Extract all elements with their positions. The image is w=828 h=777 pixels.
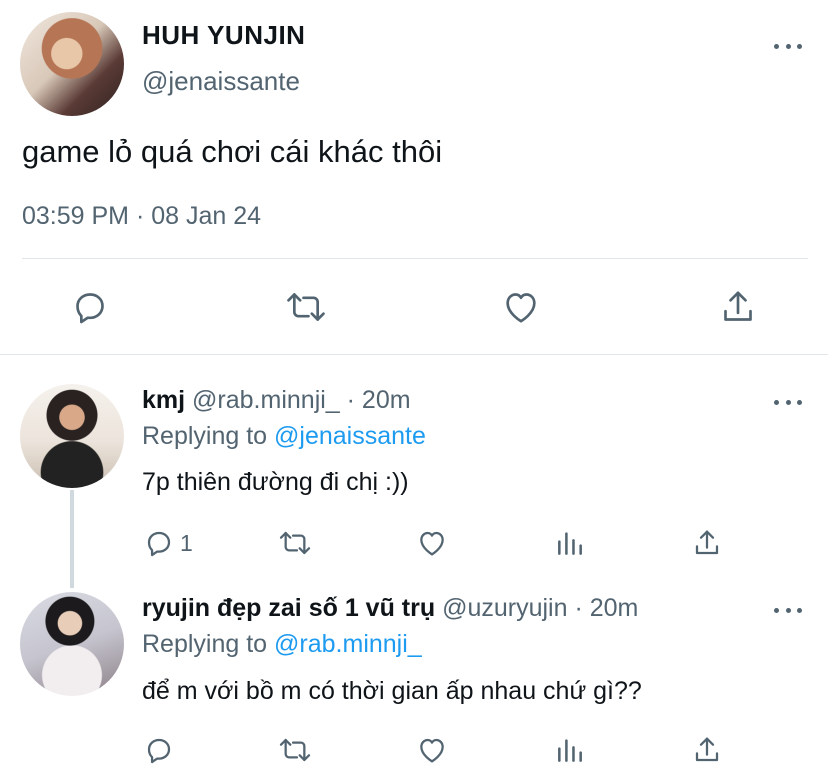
more-options-icon[interactable] (774, 605, 802, 615)
divider (0, 354, 828, 355)
author-display-name[interactable]: HUH YUNJIN (142, 20, 305, 51)
replying-to-mention[interactable]: @jenaissante (274, 422, 426, 450)
replying-prefix: Replying to (142, 630, 275, 658)
reply-handle[interactable]: @uzuryujin (442, 594, 567, 622)
replying-to-mention[interactable]: @rab.minnji_ (274, 630, 422, 658)
more-options-icon[interactable] (774, 41, 802, 51)
reply-header: ryujin đẹp zai số 1 vũ trụ @uzuryujin · … (142, 594, 638, 623)
reply-display-name[interactable]: ryujin đẹp zai số 1 vũ trụ (142, 594, 435, 622)
like-icon[interactable] (415, 527, 449, 559)
reply-header: kmj @rab.minnji_ · 20m (142, 386, 411, 415)
share-icon[interactable] (690, 527, 724, 559)
reply-icon[interactable] (142, 527, 176, 559)
analytics-icon[interactable] (554, 734, 586, 766)
reply-display-name[interactable]: kmj (142, 386, 185, 414)
tweet-timestamp[interactable]: 03:59 PM · 08 Jan 24 (22, 202, 261, 231)
replying-prefix: Replying to (142, 422, 275, 450)
analytics-icon[interactable] (554, 527, 586, 559)
reply-icon[interactable] (142, 734, 176, 766)
like-icon[interactable] (500, 287, 542, 327)
reply-handle[interactable]: @rab.minnji_ (192, 386, 340, 414)
tweet-text: game lỏ quá chơi cái khác thôi (22, 134, 443, 169)
replying-to-line: Replying to @rab.minnji_ (142, 630, 422, 659)
replying-to-line: Replying to @jenaissante (142, 422, 426, 451)
reply-avatar[interactable] (20, 384, 124, 488)
share-icon[interactable] (690, 734, 724, 766)
separator-dot: · (567, 594, 590, 622)
divider (22, 258, 808, 259)
reply-icon[interactable] (70, 287, 110, 327)
more-options-icon[interactable] (774, 397, 802, 407)
reply-text: để m với bồ m có thời gian ấp nhau chứ g… (142, 677, 642, 705)
reply-time[interactable]: 20m (590, 594, 639, 622)
author-avatar[interactable] (20, 12, 124, 116)
retweet-icon[interactable] (276, 734, 314, 766)
retweet-icon[interactable] (284, 287, 328, 327)
reply-text: 7p thiên đường đi chị :)) (142, 468, 409, 496)
share-icon[interactable] (718, 287, 758, 327)
author-handle[interactable]: @jenaissante (142, 66, 300, 97)
retweet-icon[interactable] (276, 527, 314, 559)
thread-connector-line (70, 490, 74, 588)
reply-avatar[interactable] (20, 592, 124, 696)
reply-time[interactable]: 20m (362, 386, 411, 414)
reply-count: 1 (180, 530, 193, 556)
separator-dot: · (339, 386, 362, 414)
like-icon[interactable] (415, 734, 449, 766)
